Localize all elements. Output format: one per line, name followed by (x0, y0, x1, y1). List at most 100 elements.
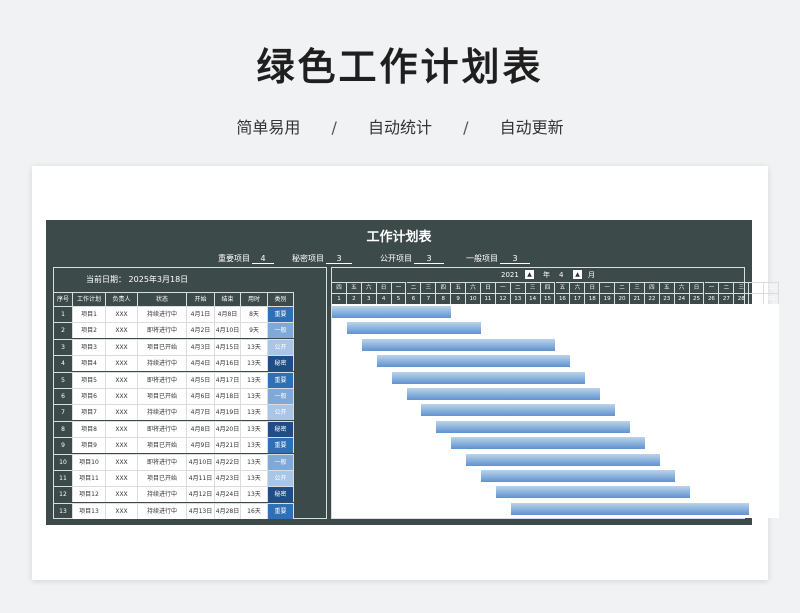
row-start: 4月13日 (187, 502, 215, 519)
year-month-selector: 2021 ▲ 年 4 ▲ 月 (332, 268, 744, 282)
row-end: 4月17日 (215, 371, 241, 388)
table-row[interactable]: 8 项目8 XXX 即将进行中 4月8日 4月20日 13天 秘密 (54, 420, 326, 437)
month-spinner-icon[interactable]: ▲ (573, 270, 582, 279)
day-cell: 6 (406, 293, 422, 304)
day-cell: 18 (585, 293, 601, 304)
row-duration: 8天 (241, 306, 268, 322)
header-start: 开始 (187, 292, 215, 306)
row-seq: 8 (54, 420, 73, 437)
table-row[interactable]: 3 项目3 XXX 项目已开始 4月3日 4月15日 13天 公开 (54, 338, 326, 355)
weekday-cell: 五 (346, 282, 362, 293)
row-start: 4月7日 (187, 404, 215, 421)
year-value[interactable]: 2021 (501, 268, 519, 282)
row-status: 项目已开始 (138, 470, 187, 486)
row-end: 4月24日 (215, 486, 241, 503)
row-task: 项目11 (73, 470, 106, 486)
weekday-cell: 五 (659, 282, 675, 293)
table-row[interactable]: 4 项目4 XXX 持续进行中 4月4日 4月16日 13天 秘密 (54, 355, 326, 372)
row-owner: XXX (106, 404, 138, 421)
sheet-title: 工作计划表 (366, 230, 432, 245)
row-type: 重要 (268, 371, 294, 388)
row-end: 4月18日 (215, 388, 241, 404)
header-task: 工作计划 (73, 292, 106, 306)
row-type: 公开 (268, 404, 294, 421)
month-value[interactable]: 4 (559, 268, 563, 282)
row-task: 项目9 (73, 437, 106, 454)
row-task: 项目13 (73, 502, 106, 519)
row-owner: XXX (106, 420, 138, 437)
row-task: 项目10 (73, 453, 106, 470)
table-row[interactable]: 2 项目2 XXX 即将进行中 4月2日 4月10日 9天 一般 (54, 322, 326, 339)
day-cell: 2 (346, 293, 362, 304)
row-owner: XXX (106, 371, 138, 388)
gantt-bar (421, 404, 616, 417)
row-task: 项目4 (73, 355, 106, 372)
table-row[interactable]: 13 项目13 XXX 持续进行中 4月13日 4月28日 16天 重要 (54, 502, 326, 519)
row-duration: 13天 (241, 404, 268, 421)
table-row[interactable]: 5 项目5 XXX 即将进行中 4月5日 4月17日 13天 重要 (54, 371, 326, 388)
day-cell: 26 (704, 293, 720, 304)
weekday-cell: 三 (630, 282, 645, 293)
table-row[interactable]: 1 项目1 XXX 持续进行中 4月1日 4月8日 8天 重要 (54, 306, 326, 322)
row-start: 4月9日 (187, 437, 215, 454)
table-row[interactable]: 7 项目7 XXX 持续进行中 4月7日 4月19日 13天 公开 (54, 404, 326, 421)
row-task: 项目2 (73, 322, 106, 339)
row-end: 4月28日 (215, 502, 241, 519)
weekday-cell: 一 (391, 282, 407, 293)
table-row[interactable]: 6 项目6 XXX 项目已开始 4月6日 4月18日 13天 一般 (54, 388, 326, 404)
gantt-bar (376, 355, 571, 368)
row-type: 公开 (268, 338, 294, 355)
table-row[interactable]: 10 项目10 XXX 即将进行中 4月10日 4月22日 13天 一般 (54, 453, 326, 470)
header-seq: 序号 (54, 292, 73, 306)
row-type: 一般 (268, 388, 294, 404)
year-spinner-icon[interactable]: ▲ (525, 270, 534, 279)
row-start: 4月8日 (187, 420, 215, 437)
row-owner: XXX (106, 470, 138, 486)
row-duration: 13天 (241, 470, 268, 486)
table-row[interactable]: 12 项目12 XXX 持续进行中 4月12日 4月24日 13天 秘密 (54, 486, 326, 503)
row-status: 项目已开始 (138, 437, 187, 454)
table-row[interactable]: 11 项目11 XXX 项目已开始 4月11日 4月23日 13天 公开 (54, 470, 326, 486)
row-end: 4月15日 (215, 338, 241, 355)
table-row[interactable]: 9 项目9 XXX 项目已开始 4月9日 4月21日 13天 重要 (54, 437, 326, 454)
row-duration: 13天 (241, 371, 268, 388)
row-duration: 13天 (241, 388, 268, 404)
gantt-bar (406, 388, 601, 400)
weekday-cell: 五 (764, 282, 779, 293)
row-owner: XXX (106, 453, 138, 470)
day-cell: 3 (361, 293, 377, 304)
gantt-bar (495, 486, 690, 499)
count-important: 重要项目 4 (218, 253, 274, 264)
day-cell: 11 (481, 293, 496, 304)
row-seq: 2 (54, 322, 73, 339)
weekday-cell: 一 (495, 282, 511, 293)
day-cell: 13 (510, 293, 526, 304)
row-start: 4月5日 (187, 371, 215, 388)
row-status: 持续进行中 (138, 306, 187, 322)
row-owner: XXX (106, 338, 138, 355)
gantt-body (332, 304, 779, 518)
day-cell: 29 (749, 293, 765, 304)
day-cell: 10 (466, 293, 481, 304)
row-type: 秘密 (268, 420, 294, 437)
row-end: 4月20日 (215, 420, 241, 437)
row-seq: 5 (54, 371, 73, 388)
row-type: 一般 (268, 453, 294, 470)
row-duration: 13天 (241, 437, 268, 454)
row-start: 4月11日 (187, 470, 215, 486)
header-end: 结束 (215, 292, 241, 306)
count-public: 公开项目 3 (380, 253, 444, 264)
weekday-cell: 日 (585, 282, 601, 293)
row-status: 持续进行中 (138, 355, 187, 372)
row-end: 4月19日 (215, 404, 241, 421)
gantt-bar (451, 437, 645, 450)
row-type: 重要 (268, 437, 294, 454)
row-end: 4月16日 (215, 355, 241, 372)
weekday-cell: 二 (615, 282, 630, 293)
row-type: 公开 (268, 470, 294, 486)
year-label: 年 (543, 271, 550, 279)
row-task: 项目5 (73, 371, 106, 388)
row-task: 项目7 (73, 404, 106, 421)
row-owner: XXX (106, 322, 138, 339)
row-seq: 9 (54, 437, 73, 454)
